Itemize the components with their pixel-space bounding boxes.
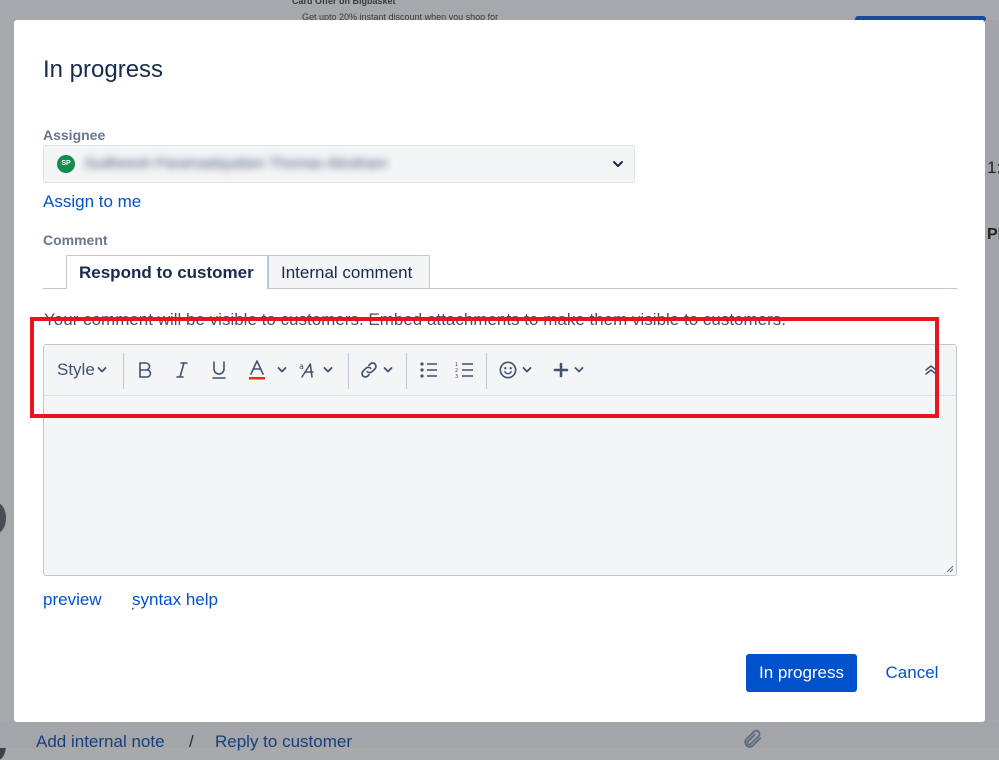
- background-right-text: 1:3: [987, 158, 999, 177]
- resize-handle-icon[interactable]: [944, 563, 954, 573]
- chevron-down-icon: [613, 161, 623, 167]
- background-bottom-bar: Add internal note / Reply to customer: [0, 722, 999, 751]
- attachment-icon[interactable]: [742, 728, 764, 755]
- background-right-heading: Pl: [987, 226, 999, 243]
- tab-internal-comment[interactable]: Internal comment: [268, 255, 430, 288]
- comment-label: Comment: [43, 232, 108, 248]
- in-progress-button[interactable]: In progress: [746, 654, 857, 692]
- reply-to-customer-link[interactable]: Reply to customer: [215, 732, 352, 752]
- tab-respond-to-customer[interactable]: Respond to customer: [66, 255, 268, 289]
- background-right-panel: [985, 20, 999, 720]
- highlight-annotation: [30, 317, 939, 418]
- preview-link[interactable]: preview: [43, 590, 102, 610]
- bottom-separator: /: [189, 732, 194, 751]
- assignee-select[interactable]: SP Sudheesh Paramadayalam Thomas Abraham: [43, 145, 635, 183]
- promo-title: Card Offer on Bigbasket: [292, 0, 396, 6]
- cancel-button[interactable]: Cancel: [872, 654, 952, 692]
- assignee-avatar: SP: [57, 155, 75, 173]
- assign-to-me-link[interactable]: Assign to me: [43, 192, 141, 212]
- syntax-help-link[interactable]: syntax help: [132, 590, 218, 610]
- add-internal-note-link[interactable]: Add internal note: [36, 732, 165, 752]
- background-avatar: [0, 503, 6, 533]
- assignee-label: Assignee: [43, 127, 106, 143]
- dialog-title: In progress: [43, 56, 164, 83]
- assignee-value: Sudheesh Paramadayalam Thomas Abraham: [84, 155, 388, 172]
